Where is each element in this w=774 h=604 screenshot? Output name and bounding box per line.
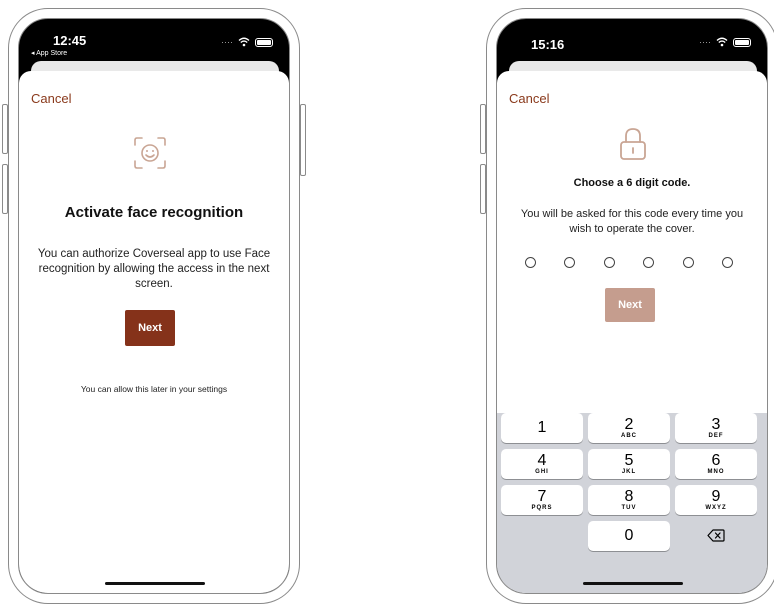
status-time: 15:16 (531, 37, 565, 52)
status-bar: 15:16 ···· (497, 19, 767, 65)
key-8[interactable]: 8 TUV (588, 485, 670, 515)
key-digit: 4 (537, 452, 547, 469)
key-6[interactable]: 6 MNO (675, 449, 757, 479)
key-letters: WXYZ (705, 505, 727, 511)
backspace-key[interactable] (675, 521, 757, 551)
key-digit: 1 (537, 419, 547, 436)
key-letters: GHI (535, 469, 549, 475)
key-letters: PQRS (531, 505, 553, 511)
key-letters: TUV (621, 505, 637, 511)
backspace-icon (707, 529, 725, 542)
settings-hint-text: You can allow this later in your setting… (80, 384, 228, 394)
passcode-dot (564, 257, 576, 268)
volume-button (2, 104, 8, 154)
modal-sheet: Cancel Activate face recognition You can… (19, 71, 289, 593)
key-digit: 9 (711, 488, 721, 505)
phone-face-recognition: 12:45 ◂ App Store ···· Cancel Activate f… (2, 8, 306, 604)
description-text: You will be asked for this code every ti… (520, 208, 744, 235)
status-time: 12:45 (53, 33, 87, 48)
key-digit: 2 (624, 416, 634, 433)
signal-dots-icon: ···· (221, 37, 233, 47)
home-indicator[interactable] (583, 582, 683, 585)
power-button (300, 104, 306, 176)
key-2[interactable]: 2 ABC (588, 413, 670, 443)
battery-icon (255, 37, 273, 47)
description-text: You can authorize Coverseal app to use F… (37, 248, 271, 290)
key-letters: ABC (621, 433, 637, 439)
wifi-icon (716, 37, 728, 47)
key-letters: JKL (621, 469, 637, 475)
key-digit: 3 (711, 416, 721, 433)
key-letters: DEF (708, 433, 724, 439)
key-7[interactable]: 7 PQRS (501, 485, 583, 515)
face-id-icon (134, 137, 166, 169)
screen: 12:45 ◂ App Store ···· Cancel Activate f… (18, 18, 290, 594)
key-5[interactable]: 5 JKL (588, 449, 670, 479)
key-digit: 8 (624, 488, 634, 505)
back-to-app-store[interactable]: ◂ App Store (31, 49, 67, 57)
cancel-button[interactable]: Cancel (509, 91, 549, 106)
key-9[interactable]: 9 WXYZ (675, 485, 757, 515)
key-digit: 5 (624, 452, 634, 469)
home-indicator[interactable] (105, 582, 205, 585)
passcode-dot (603, 257, 615, 268)
volume-button (480, 164, 486, 214)
next-button[interactable]: Next (125, 310, 175, 346)
key-1[interactable]: 1 (501, 413, 583, 443)
next-button[interactable]: Next (605, 288, 655, 322)
key-digit: 7 (537, 488, 547, 505)
passcode-dots (525, 257, 733, 268)
signal-dots-icon: ···· (699, 37, 711, 47)
status-icons: ···· (221, 37, 273, 47)
wifi-icon (238, 37, 250, 47)
passcode-dot (682, 257, 694, 268)
modal-sheet: Cancel Choose a 6 digit code. You will b… (497, 71, 767, 593)
cancel-button[interactable]: Cancel (31, 91, 71, 106)
lock-icon (620, 128, 646, 160)
status-icons: ···· (699, 37, 751, 47)
key-letters: MNO (707, 469, 725, 475)
volume-button (2, 164, 8, 214)
key-0[interactable]: 0 (588, 521, 670, 551)
key-digit: 6 (711, 452, 721, 469)
phone-passcode: 15:16 ···· Cancel Choose a 6 digit code.… (480, 8, 774, 604)
key-4[interactable]: 4 GHI (501, 449, 583, 479)
page-title: Activate face recognition (64, 204, 244, 221)
passcode-dot (721, 257, 733, 268)
passcode-dot (643, 257, 655, 268)
status-bar: 12:45 ◂ App Store ···· (19, 19, 289, 65)
screen: 15:16 ···· Cancel Choose a 6 digit code.… (496, 18, 768, 594)
numeric-keypad: 1 2 ABC 3 DEF 4 GHI 5 JKL 6 MNO 7 PQRS 8… (497, 413, 767, 593)
volume-button (480, 104, 486, 154)
passcode-dot (525, 257, 536, 268)
battery-icon (733, 37, 751, 47)
key-3[interactable]: 3 DEF (675, 413, 757, 443)
key-digit: 0 (624, 527, 634, 544)
page-title: Choose a 6 digit code. (573, 177, 691, 189)
